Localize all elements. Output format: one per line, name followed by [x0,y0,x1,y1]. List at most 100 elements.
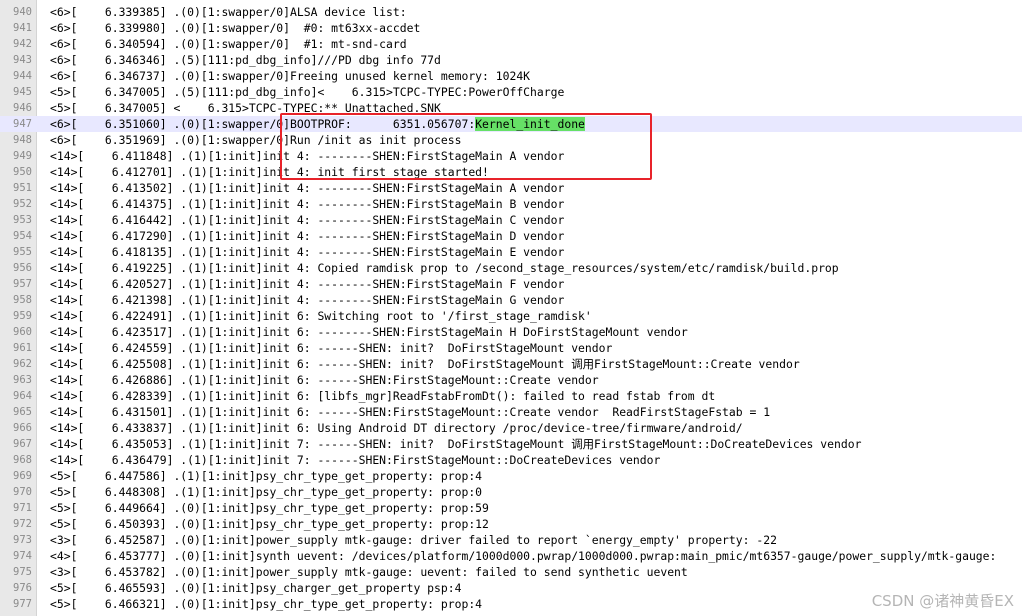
line-content: <14>[ 6.424559] .(1)[1:init]init 6: ----… [50,341,613,355]
log-line[interactable]: 977 <5>[ 6.466321] .(0)[1:init]psy_chr_ty… [0,596,1022,612]
line-number: 974 [13,550,32,562]
line-number: 965 [13,406,32,418]
red-highlight-box [280,113,652,180]
line-text: <4>[ 6.453777] .(0)[1:init]synth uevent:… [50,548,996,564]
line-content: <5>[ 6.450393] .(0)[1:init]psy_chr_type_… [50,517,489,531]
line-content: <6>[ 6.340594] .(0)[1:swapper/0] #1: mt-… [50,37,407,51]
log-line[interactable]: 968 <14>[ 6.436479] .(1)[1:init]init 7: -… [0,452,1022,468]
line-content: <14>[ 6.422491] .(1)[1:init]init 6: Swit… [50,309,592,323]
line-number: 941 [13,22,32,34]
line-text: <6>[ 6.346346] .(5)[111:pd_dbg_info]///P… [50,52,441,68]
log-line[interactable]: 957 <14>[ 6.420527] .(1)[1:init]init 4: -… [0,276,1022,292]
log-line[interactable]: 964 <14>[ 6.428339] .(1)[1:init]init 6: [… [0,388,1022,404]
line-content: <5>[ 6.447586] .(1)[1:init]psy_chr_type_… [50,469,483,483]
line-number: 953 [13,214,32,226]
log-line[interactable]: 951 <14>[ 6.413502] .(1)[1:init]init 4: -… [0,180,1022,196]
log-line[interactable]: 974 <4>[ 6.453777] .(0)[1:init]synth ueve… [0,548,1022,564]
line-number: 972 [13,518,32,530]
line-content: <14>[ 6.436479] .(1)[1:init]init 7: ----… [50,453,661,467]
line-number: 975 [13,566,32,578]
csdn-watermark: CSDN @诸神黄昏EX [871,592,1014,610]
line-text: <14>[ 6.423517] .(1)[1:init]init 6: ----… [50,324,688,340]
log-line[interactable]: 967 <14>[ 6.435053] .(1)[1:init]init 7: -… [0,436,1022,452]
log-line[interactable]: 945 <5>[ 6.347005] .(5)[111:pd_dbg_info]<… [0,84,1022,100]
log-line[interactable]: 970 <5>[ 6.448308] .(1)[1:init]psy_chr_ty… [0,484,1022,500]
line-text: <14>[ 6.425508] .(1)[1:init]init 6: ----… [50,356,800,372]
line-text: <14>[ 6.436479] .(1)[1:init]init 7: ----… [50,452,660,468]
line-text: <14>[ 6.435053] .(1)[1:init]init 7: ----… [50,436,861,452]
line-number: 956 [13,262,32,274]
log-line[interactable]: 958 <14>[ 6.421398] .(1)[1:init]init 4: -… [0,292,1022,308]
line-number: 966 [13,422,32,434]
line-text: <14>[ 6.418135] .(1)[1:init]init 4: ----… [50,244,564,260]
line-number: 971 [13,502,32,514]
log-line[interactable]: 956 <14>[ 6.419225] .(1)[1:init]init 4: C… [0,260,1022,276]
line-content: <14>[ 6.416442] .(1)[1:init]init 4: ----… [50,213,565,227]
line-content: <14>[ 6.420527] .(1)[1:init]init 4: ----… [50,277,565,291]
log-editor[interactable]: 940 <6>[ 6.339385] .(0)[1:swapper/0]ALSA … [0,0,1022,616]
line-text: <14>[ 6.420527] .(1)[1:init]init 4: ----… [50,276,564,292]
line-text: <14>[ 6.431501] .(1)[1:init]init 6: ----… [50,404,770,420]
line-content: <6>[ 6.339980] .(0)[1:swapper/0] #0: mt6… [50,21,421,35]
log-line[interactable]: 953 <14>[ 6.416442] .(1)[1:init]init 4: -… [0,212,1022,228]
log-line[interactable]: 963 <14>[ 6.426886] .(1)[1:init]init 6: -… [0,372,1022,388]
line-content: <6>[ 6.346737] .(0)[1:swapper/0]Freeing … [50,69,531,83]
line-number: 948 [13,134,32,146]
line-number: 945 [13,86,32,98]
line-content: <14>[ 6.421398] .(1)[1:init]init 4: ----… [50,293,565,307]
line-number: 947 [13,118,32,130]
log-line[interactable]: 952 <14>[ 6.414375] .(1)[1:init]init 4: -… [0,196,1022,212]
log-line[interactable]: 973 <3>[ 6.452587] .(0)[1:init]power_supp… [0,532,1022,548]
line-number: 954 [13,230,32,242]
line-content: <14>[ 6.417290] .(1)[1:init]init 4: ----… [50,229,565,243]
line-content: <5>[ 6.449664] .(0)[1:init]psy_chr_type_… [50,501,489,515]
line-content: <14>[ 6.431501] .(1)[1:init]init 6: ----… [50,405,771,419]
log-line[interactable]: 971 <5>[ 6.449664] .(0)[1:init]psy_chr_ty… [0,500,1022,516]
line-content: <14>[ 6.418135] .(1)[1:init]init 4: ----… [50,245,565,259]
log-line[interactable]: 941 <6>[ 6.339980] .(0)[1:swapper/0] #0: … [0,20,1022,36]
log-line[interactable]: 961 <14>[ 6.424559] .(1)[1:init]init 6: -… [0,340,1022,356]
log-line[interactable]: 969 <5>[ 6.447586] .(1)[1:init]psy_chr_ty… [0,468,1022,484]
line-text: <3>[ 6.452587] .(0)[1:init]power_supply … [50,532,777,548]
line-content: <14>[ 6.433837] .(1)[1:init]init 6: Usin… [50,421,743,435]
log-line[interactable]: 976 <5>[ 6.465593] .(0)[1:init]psy_charge… [0,580,1022,596]
log-line[interactable]: 955 <14>[ 6.418135] .(1)[1:init]init 4: -… [0,244,1022,260]
log-line[interactable]: 960 <14>[ 6.423517] .(1)[1:init]init 6: -… [0,324,1022,340]
line-number: 955 [13,246,32,258]
line-content: <5>[ 6.466321] .(0)[1:init]psy_chr_type_… [50,597,483,611]
line-number: 950 [13,166,32,178]
line-content: <5>[ 6.448308] .(1)[1:init]psy_chr_type_… [50,485,483,499]
line-text: <14>[ 6.428339] .(1)[1:init]init 6: [lib… [50,388,715,404]
line-number: 962 [13,358,32,370]
line-number: 952 [13,198,32,210]
line-content: <14>[ 6.428339] .(1)[1:init]init 6: [lib… [50,389,716,403]
line-content: <6>[ 6.339385] .(0)[1:swapper/0]ALSA dev… [50,5,407,19]
line-number: 976 [13,582,32,594]
log-line[interactable]: 966 <14>[ 6.433837] .(1)[1:init]init 6: U… [0,420,1022,436]
log-line[interactable]: 940 <6>[ 6.339385] .(0)[1:swapper/0]ALSA … [0,4,1022,20]
line-text: <5>[ 6.466321] .(0)[1:init]psy_chr_type_… [50,596,482,612]
line-text: <5>[ 6.448308] .(1)[1:init]psy_chr_type_… [50,484,482,500]
line-number: 944 [13,70,32,82]
line-content: <3>[ 6.453782] .(0)[1:init]power_supply … [50,565,688,579]
line-text: <6>[ 6.346737] .(0)[1:swapper/0]Freeing … [50,68,530,84]
line-content: <14>[ 6.435053] .(1)[1:init]init 7: ----… [50,437,862,451]
line-content: <5>[ 6.347005] .(5)[111:pd_dbg_info]< 6.… [50,85,565,99]
line-text: <14>[ 6.416442] .(1)[1:init]init 4: ----… [50,212,564,228]
line-number: 949 [13,150,32,162]
log-line[interactable]: 972 <5>[ 6.450393] .(0)[1:init]psy_chr_ty… [0,516,1022,532]
log-line[interactable]: 942 <6>[ 6.340594] .(0)[1:swapper/0] #1: … [0,36,1022,52]
line-text: <5>[ 6.447586] .(1)[1:init]psy_chr_type_… [50,468,482,484]
line-number: 961 [13,342,32,354]
log-line[interactable]: 954 <14>[ 6.417290] .(1)[1:init]init 4: -… [0,228,1022,244]
log-line[interactable]: 959 <14>[ 6.422491] .(1)[1:init]init 6: S… [0,308,1022,324]
log-line[interactable]: 944 <6>[ 6.346737] .(0)[1:swapper/0]Freei… [0,68,1022,84]
log-line[interactable]: 975 <3>[ 6.453782] .(0)[1:init]power_supp… [0,564,1022,580]
log-line[interactable]: 962 <14>[ 6.425508] .(1)[1:init]init 6: -… [0,356,1022,372]
log-line[interactable]: 943 <6>[ 6.346346] .(5)[111:pd_dbg_info]/… [0,52,1022,68]
line-text: <5>[ 6.347005] .(5)[111:pd_dbg_info]< 6.… [50,84,564,100]
line-number: 970 [13,486,32,498]
line-content: <14>[ 6.419225] .(1)[1:init]init 4: Copi… [50,261,839,275]
log-line[interactable]: 965 <14>[ 6.431501] .(1)[1:init]init 6: -… [0,404,1022,420]
line-number: 959 [13,310,32,322]
